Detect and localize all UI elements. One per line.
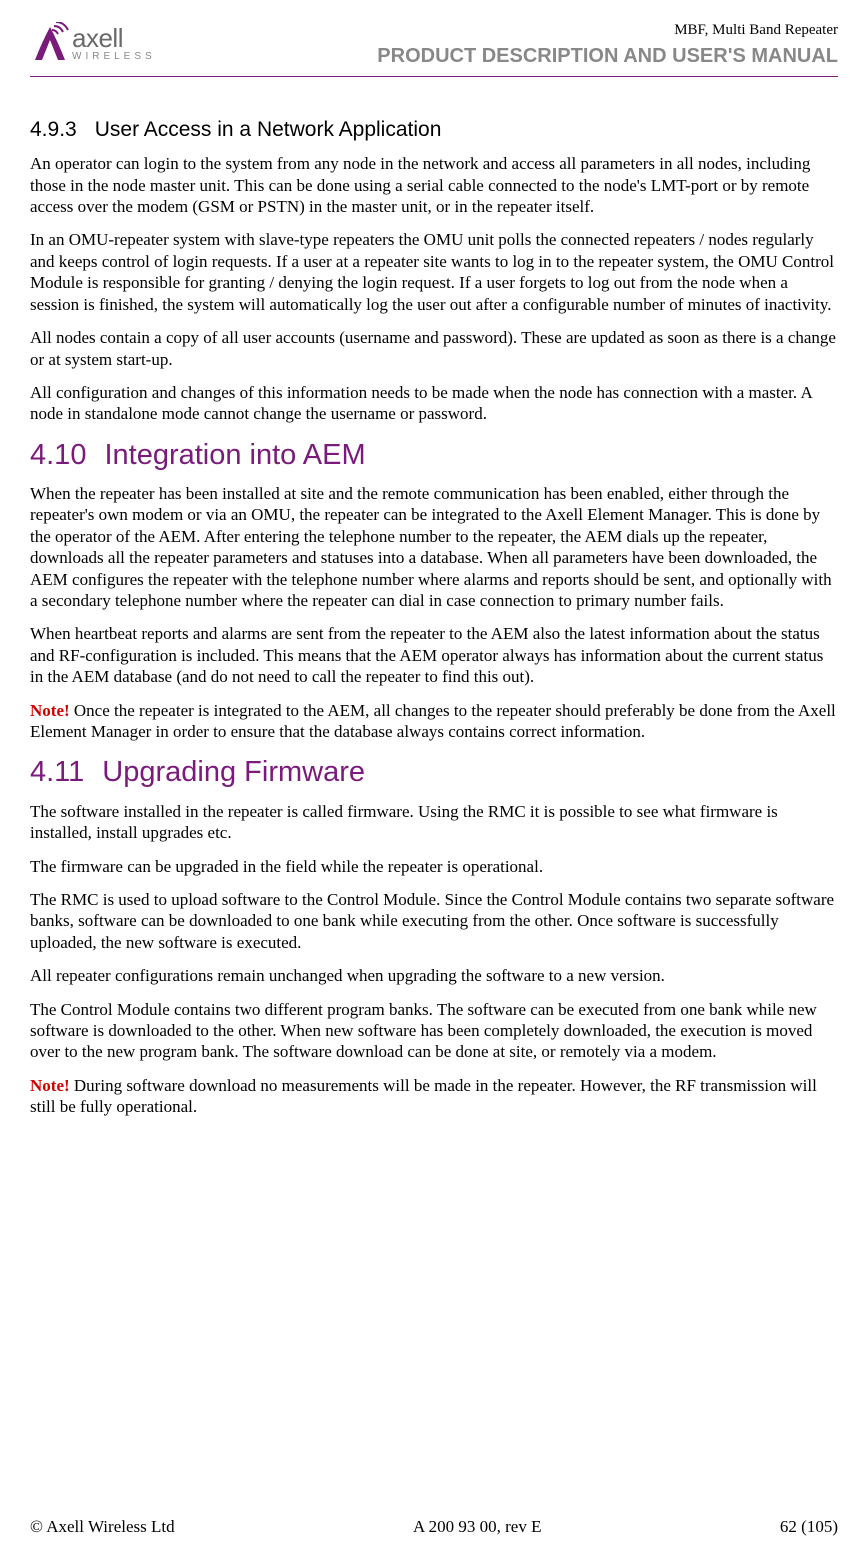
body-paragraph: When the repeater has been installed at … (30, 483, 838, 611)
heading-411: 4.11 Upgrading Firmware (30, 754, 838, 790)
product-name: MBF, Multi Band Repeater (377, 22, 838, 39)
note-text: During software download no measurements… (30, 1076, 817, 1116)
logo-brand: axell (72, 25, 156, 51)
footer-copyright: © Axell Wireless Ltd (30, 1517, 175, 1537)
body-paragraph: The software installed in the repeater i… (30, 801, 838, 844)
heading-text: Integration into AEM (104, 439, 365, 471)
page-footer: © Axell Wireless Ltd A 200 93 00, rev E … (30, 1517, 838, 1537)
logo-icon (30, 22, 70, 62)
footer-docnum: A 200 93 00, rev E (413, 1517, 541, 1537)
note-paragraph: Note! During software download no measur… (30, 1075, 838, 1118)
note-label: Note! (30, 1076, 70, 1095)
note-paragraph: Note! Once the repeater is integrated to… (30, 700, 838, 743)
heading-num: 4.9.3 (30, 118, 77, 141)
footer-page: 62 (105) (780, 1517, 838, 1537)
body-paragraph: All configuration and changes of this in… (30, 382, 838, 425)
logo-text: axell WIRELESS (72, 25, 156, 62)
heading-text: Upgrading Firmware (102, 756, 365, 788)
body-paragraph: An operator can login to the system from… (30, 153, 838, 217)
body-paragraph: All repeater configurations remain uncha… (30, 965, 838, 986)
note-label: Note! (30, 701, 70, 720)
header-rule (30, 76, 838, 77)
manual-title: PRODUCT DESCRIPTION AND USER'S MANUAL (377, 45, 838, 68)
heading-493: 4.9.3 User Access in a Network Applicatio… (30, 117, 838, 143)
note-text: Once the repeater is integrated to the A… (30, 701, 836, 741)
header-right: MBF, Multi Band Repeater PRODUCT DESCRIP… (377, 22, 838, 68)
page-header: axell WIRELESS MBF, Multi Band Repeater … (30, 22, 838, 68)
body-paragraph: The RMC is used to upload software to th… (30, 889, 838, 953)
body-paragraph: All nodes contain a copy of all user acc… (30, 327, 838, 370)
heading-text: User Access in a Network Application (95, 118, 442, 141)
body-paragraph: The Control Module contains two differen… (30, 999, 838, 1063)
page-content: 4.9.3 User Access in a Network Applicatio… (30, 117, 838, 1118)
heading-num: 4.11 (30, 756, 84, 788)
logo: axell WIRELESS (30, 22, 156, 62)
logo-sub: WIRELESS (72, 52, 156, 62)
heading-410: 4.10 Integration into AEM (30, 437, 838, 473)
body-paragraph: The firmware can be upgraded in the fiel… (30, 856, 838, 877)
body-paragraph: When heartbeat reports and alarms are se… (30, 623, 838, 687)
body-paragraph: In an OMU-repeater system with slave-typ… (30, 229, 838, 315)
heading-num: 4.10 (30, 439, 86, 471)
